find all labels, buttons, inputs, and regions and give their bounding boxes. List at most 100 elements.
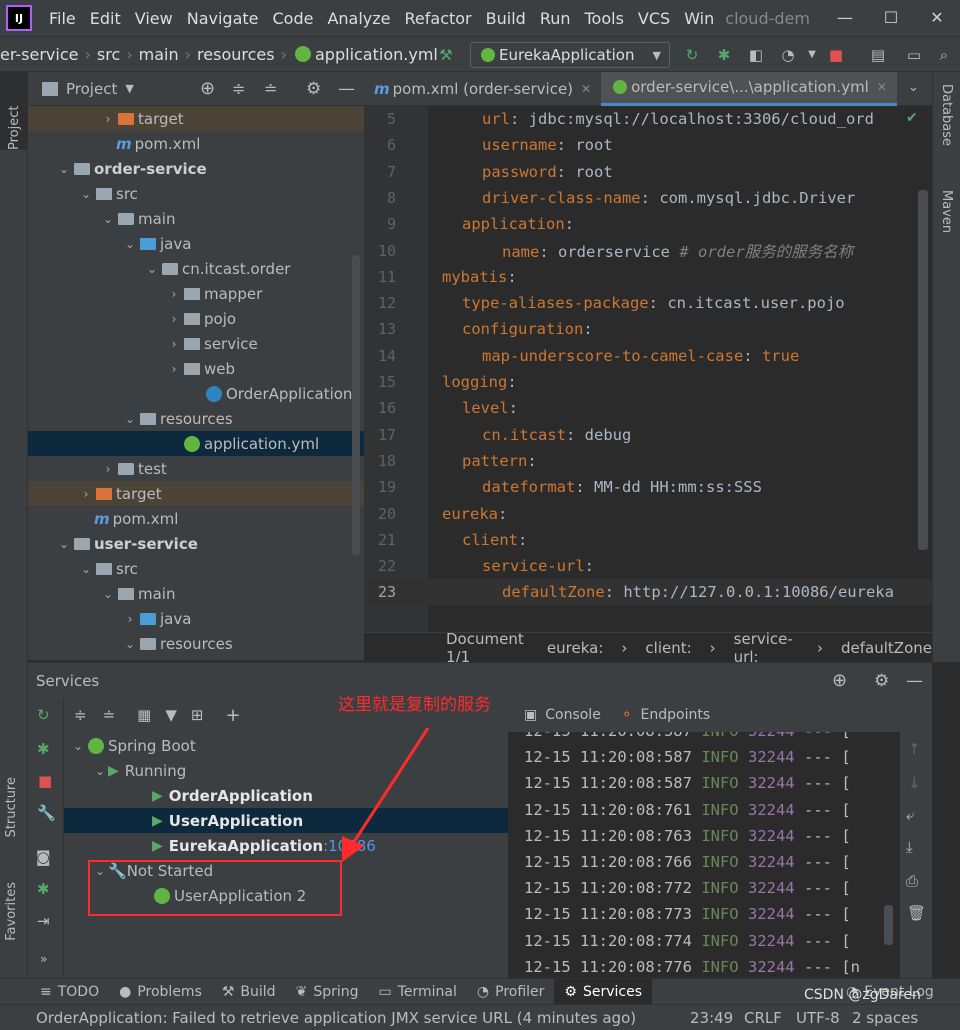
favorites-tool-tab[interactable]: Favorites: [4, 882, 19, 945]
tree-item[interactable]: › java: [28, 606, 364, 631]
code-line[interactable]: 12 type-aliases-package: cn.itcast.user.p…: [364, 290, 932, 316]
tree-item[interactable]: OrderApplication: [28, 381, 364, 406]
code-line[interactable]: 7 password: root: [364, 159, 932, 185]
code-line[interactable]: 8 driver-class-name: com.mysql.jdbc.Drive…: [364, 185, 932, 211]
scroll-down-icon[interactable]: ↓: [908, 774, 921, 792]
code-line[interactable]: 22 service-url:: [364, 553, 932, 579]
editor-breadcrumb-item[interactable]: defaultZone: [841, 639, 932, 657]
editor-breadcrumb-item[interactable]: eureka:: [547, 639, 603, 657]
code-line[interactable]: 5 url: jdbc:mysql://localhost:3306/cloud_…: [364, 106, 932, 132]
close-tab-icon[interactable]: ✕: [581, 82, 591, 96]
collapse-all-icon[interactable]: ≐: [264, 79, 277, 98]
gear-icon[interactable]: ⚙: [306, 79, 321, 99]
chevron-down-icon[interactable]: ⌄: [92, 764, 108, 778]
indent-setting[interactable]: 2 spaces: [852, 1009, 918, 1027]
new-tab-icon[interactable]: ⊞: [191, 706, 204, 724]
service-item[interactable]: ▶EurekaApplication:10086: [64, 833, 508, 858]
menu-item-vcs[interactable]: VCS: [631, 9, 677, 28]
tree-item[interactable]: ⌄ main: [28, 581, 364, 606]
tab-list-chevron-icon[interactable]: ⌄: [908, 80, 919, 95]
debug-settings-icon[interactable]: ✱: [37, 880, 50, 898]
bottom-tab-build[interactable]: ⚒ Build: [212, 979, 286, 1005]
chevron-down-icon[interactable]: ⌄: [100, 587, 116, 601]
maximize-icon[interactable]: ☐: [868, 0, 914, 36]
tree-item[interactable]: ⌄ cn.itcast.order: [28, 256, 364, 281]
chevron-down-icon[interactable]: ⌄: [100, 212, 116, 226]
menu-item-win[interactable]: Win: [677, 9, 721, 28]
caret-position[interactable]: 23:49: [690, 1009, 733, 1027]
hide-icon[interactable]: —: [338, 79, 355, 99]
close-icon[interactable]: ✕: [914, 0, 960, 36]
rerun-icon[interactable]: ↻: [680, 43, 704, 67]
editor-tab[interactable]: m pom.xml (order-service) ✕: [364, 72, 601, 106]
tree-item[interactable]: › target: [28, 106, 364, 131]
chevron-right-icon[interactable]: ›: [100, 462, 116, 476]
console-output[interactable]: 12-15 11:20:08:587 INFO 32244 --- [12-15…: [508, 732, 904, 978]
bottom-tab-services[interactable]: ⚙ Services: [554, 978, 653, 1005]
expand-all-icon[interactable]: ≑: [232, 79, 245, 98]
stop-icon[interactable]: ■: [824, 43, 848, 67]
chevron-down-icon[interactable]: ⌄: [56, 537, 72, 551]
code-line[interactable]: 21 client:: [364, 527, 932, 553]
editor-tab[interactable]: order-service\...\application.yml ✕: [601, 71, 897, 106]
file-encoding[interactable]: UTF-8: [796, 1009, 840, 1027]
wrench-icon[interactable]: 🔧: [37, 804, 56, 822]
editor-breadcrumb-item[interactable]: Document 1/1: [446, 630, 529, 666]
bottom-tab-profiler[interactable]: ◔ Profiler: [467, 979, 555, 1005]
line-separator[interactable]: CRLF: [744, 1009, 782, 1027]
chevron-right-icon[interactable]: ›: [78, 487, 94, 501]
code-line[interactable]: 20 eureka:: [364, 501, 932, 527]
hide-icon[interactable]: —: [906, 671, 923, 691]
menu-item-tools[interactable]: Tools: [578, 9, 631, 28]
chevron-down-icon[interactable]: ⌄: [144, 262, 160, 276]
collapse-all-icon[interactable]: ≐: [103, 706, 116, 724]
scroll-up-icon[interactable]: ↑: [908, 740, 921, 758]
tree-item[interactable]: ⌄ resources: [28, 631, 364, 656]
tree-item[interactable]: › mapper: [28, 281, 364, 306]
chevron-down-icon[interactable]: ⌄: [78, 187, 94, 201]
search-icon[interactable]: ⌕: [932, 43, 956, 67]
chevron-down-icon[interactable]: ⌄: [56, 162, 72, 176]
code-line[interactable]: 6 username: root: [364, 132, 932, 158]
bottom-tab-spring[interactable]: ❦ Spring: [286, 979, 369, 1005]
service-item[interactable]: ⌄ ▶ Running: [64, 758, 508, 783]
breadcrumb-item[interactable]: main: [139, 45, 179, 64]
inspection-ok-icon[interactable]: ✔: [906, 110, 918, 126]
chevron-right-icon[interactable]: ›: [166, 362, 182, 376]
intellij-logo-icon[interactable]: IJ: [6, 5, 32, 31]
chevron-right-icon[interactable]: ›: [122, 612, 138, 626]
group-by-icon[interactable]: ▦: [137, 706, 151, 724]
print-icon[interactable]: ⎙: [906, 872, 918, 890]
code-line[interactable]: 16 level:: [364, 395, 932, 421]
terminal-toolbar-icon[interactable]: ▭: [902, 43, 926, 67]
editor-scrollbar[interactable]: [918, 190, 928, 550]
tree-item[interactable]: application.yml: [28, 431, 364, 456]
close-tab-icon[interactable]: ✕: [877, 80, 887, 94]
trash-icon[interactable]: 🗑: [907, 904, 926, 922]
build-hammer-icon[interactable]: ⚒: [434, 43, 458, 67]
chevron-right-icon[interactable]: ›: [166, 287, 182, 301]
stop-icon[interactable]: ■: [38, 772, 52, 790]
chevron-down-icon[interactable]: ⌄: [78, 562, 94, 576]
maven-tool-tab[interactable]: Maven: [939, 190, 954, 237]
scroll-to-end-icon[interactable]: ⤓: [906, 838, 913, 856]
tree-item[interactable]: › web: [28, 356, 364, 381]
console-scrollbar[interactable]: [884, 905, 893, 945]
tree-item[interactable]: m pom.xml: [28, 506, 364, 531]
locate-icon[interactable]: ⊕: [200, 78, 215, 99]
menu-item-analyze[interactable]: Analyze: [320, 9, 397, 28]
tree-item[interactable]: ⌄ order-service: [28, 156, 364, 181]
profile-icon[interactable]: ◔: [776, 43, 800, 67]
chevron-right-icon[interactable]: ›: [166, 337, 182, 351]
service-item[interactable]: ⌄ Spring Boot: [64, 733, 508, 758]
add-service-icon[interactable]: ⊕: [832, 670, 847, 691]
minimize-icon[interactable]: —: [822, 0, 868, 36]
soft-wrap-icon[interactable]: ⤶: [906, 806, 914, 824]
debug-bug-icon[interactable]: ✱: [712, 43, 736, 67]
tree-item[interactable]: ⌄ resources: [28, 406, 364, 431]
project-panel-title[interactable]: Project: [66, 80, 117, 98]
menu-item-file[interactable]: File: [42, 9, 83, 28]
project-tool-tab[interactable]: Project: [0, 72, 28, 150]
breadcrumb-item[interactable]: application.yml: [315, 45, 438, 64]
menu-item-navigate[interactable]: Navigate: [180, 9, 266, 28]
